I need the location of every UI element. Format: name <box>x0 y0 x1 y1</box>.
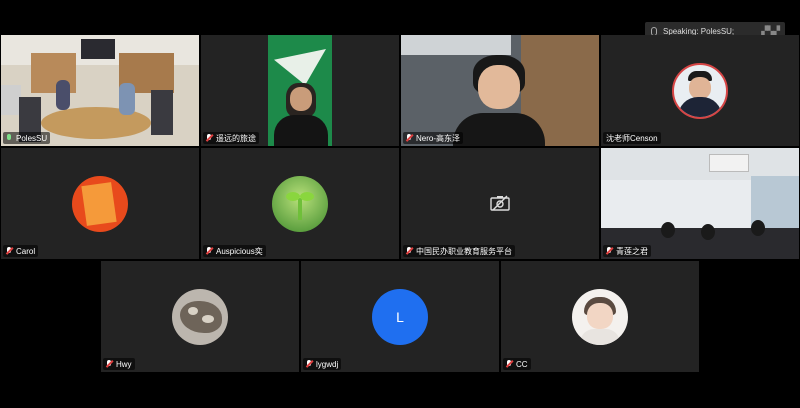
video-tile-auspicious[interactable]: Auspicious奕 <box>201 148 399 259</box>
video-tile-lygwdj[interactable]: L lygwdj <box>301 261 499 372</box>
video-tile-polessu[interactable]: PolesSU <box>1 35 199 146</box>
participant-name: Auspicious奕 <box>216 246 263 256</box>
muted-microphone-icon <box>106 360 113 368</box>
video-tile-platform[interactable]: 中国民办职业教育服务平台 <box>401 148 599 259</box>
participant-name: PolesSU <box>16 133 48 143</box>
participant-video <box>268 35 332 146</box>
muted-microphone-icon <box>206 247 213 255</box>
participant-name: Hwy <box>116 359 132 369</box>
avatar <box>572 288 628 345</box>
top-bar: Speaking: PolesSU; ▞▚▞ <box>0 0 800 40</box>
participant-name-tag: 遥远的旅途 <box>203 132 259 144</box>
muted-microphone-icon <box>606 247 613 255</box>
avatar <box>672 62 728 119</box>
participant-name: 遥远的旅途 <box>216 133 256 143</box>
participant-name: Carol <box>16 246 36 256</box>
avatar <box>72 175 128 232</box>
video-tile-nero[interactable]: Nero-高东泽 <box>401 35 599 146</box>
muted-microphone-icon <box>206 134 213 142</box>
muted-microphone-icon <box>506 360 513 368</box>
participant-name-tag: CC <box>503 358 531 370</box>
participant-name: 中国民办职业教育服务平台 <box>416 246 512 256</box>
participant-name-tag: Auspicious奕 <box>203 245 266 257</box>
participant-name-tag: 青莲之君 <box>603 245 651 257</box>
avatar <box>272 175 328 232</box>
participant-name: CC <box>516 359 528 369</box>
participant-name-tag: PolesSU <box>3 132 51 144</box>
participant-name: 沈老师Censon <box>606 133 658 143</box>
video-tile-shen[interactable]: 沈老师Censon <box>601 35 799 146</box>
participant-name: Nero-高东泽 <box>416 133 461 143</box>
participant-name-tag: Carol <box>3 245 39 257</box>
participant-name-tag: 沈老师Censon <box>603 132 661 144</box>
room-video <box>1 35 199 146</box>
microphone-icon <box>6 134 13 142</box>
camera-off-icon <box>490 195 510 211</box>
participant-name: lygwdj <box>316 359 339 369</box>
video-tile-carol[interactable]: Carol <box>1 148 199 259</box>
classroom-video <box>601 148 799 259</box>
video-tile-qinglian[interactable]: 青莲之君 <box>601 148 799 259</box>
muted-microphone-icon <box>6 247 13 255</box>
muted-microphone-icon <box>406 134 413 142</box>
participant-name: 青莲之君 <box>616 246 648 256</box>
video-tile-cc[interactable]: CC <box>501 261 699 372</box>
participant-name-tag: Nero-高东泽 <box>403 132 464 144</box>
video-tile-hwy[interactable]: Hwy <box>101 261 299 372</box>
letter-avatar: L <box>372 288 428 345</box>
muted-microphone-icon <box>306 360 313 368</box>
participant-name-tag: Hwy <box>103 358 135 370</box>
participant-video <box>401 35 599 146</box>
muted-microphone-icon <box>406 247 413 255</box>
participant-name-tag: lygwdj <box>303 358 342 370</box>
video-tile-yaoyuan[interactable]: 遥远的旅途 <box>201 35 399 146</box>
participant-name-tag: 中国民办职业教育服务平台 <box>403 245 515 257</box>
avatar <box>172 288 228 345</box>
